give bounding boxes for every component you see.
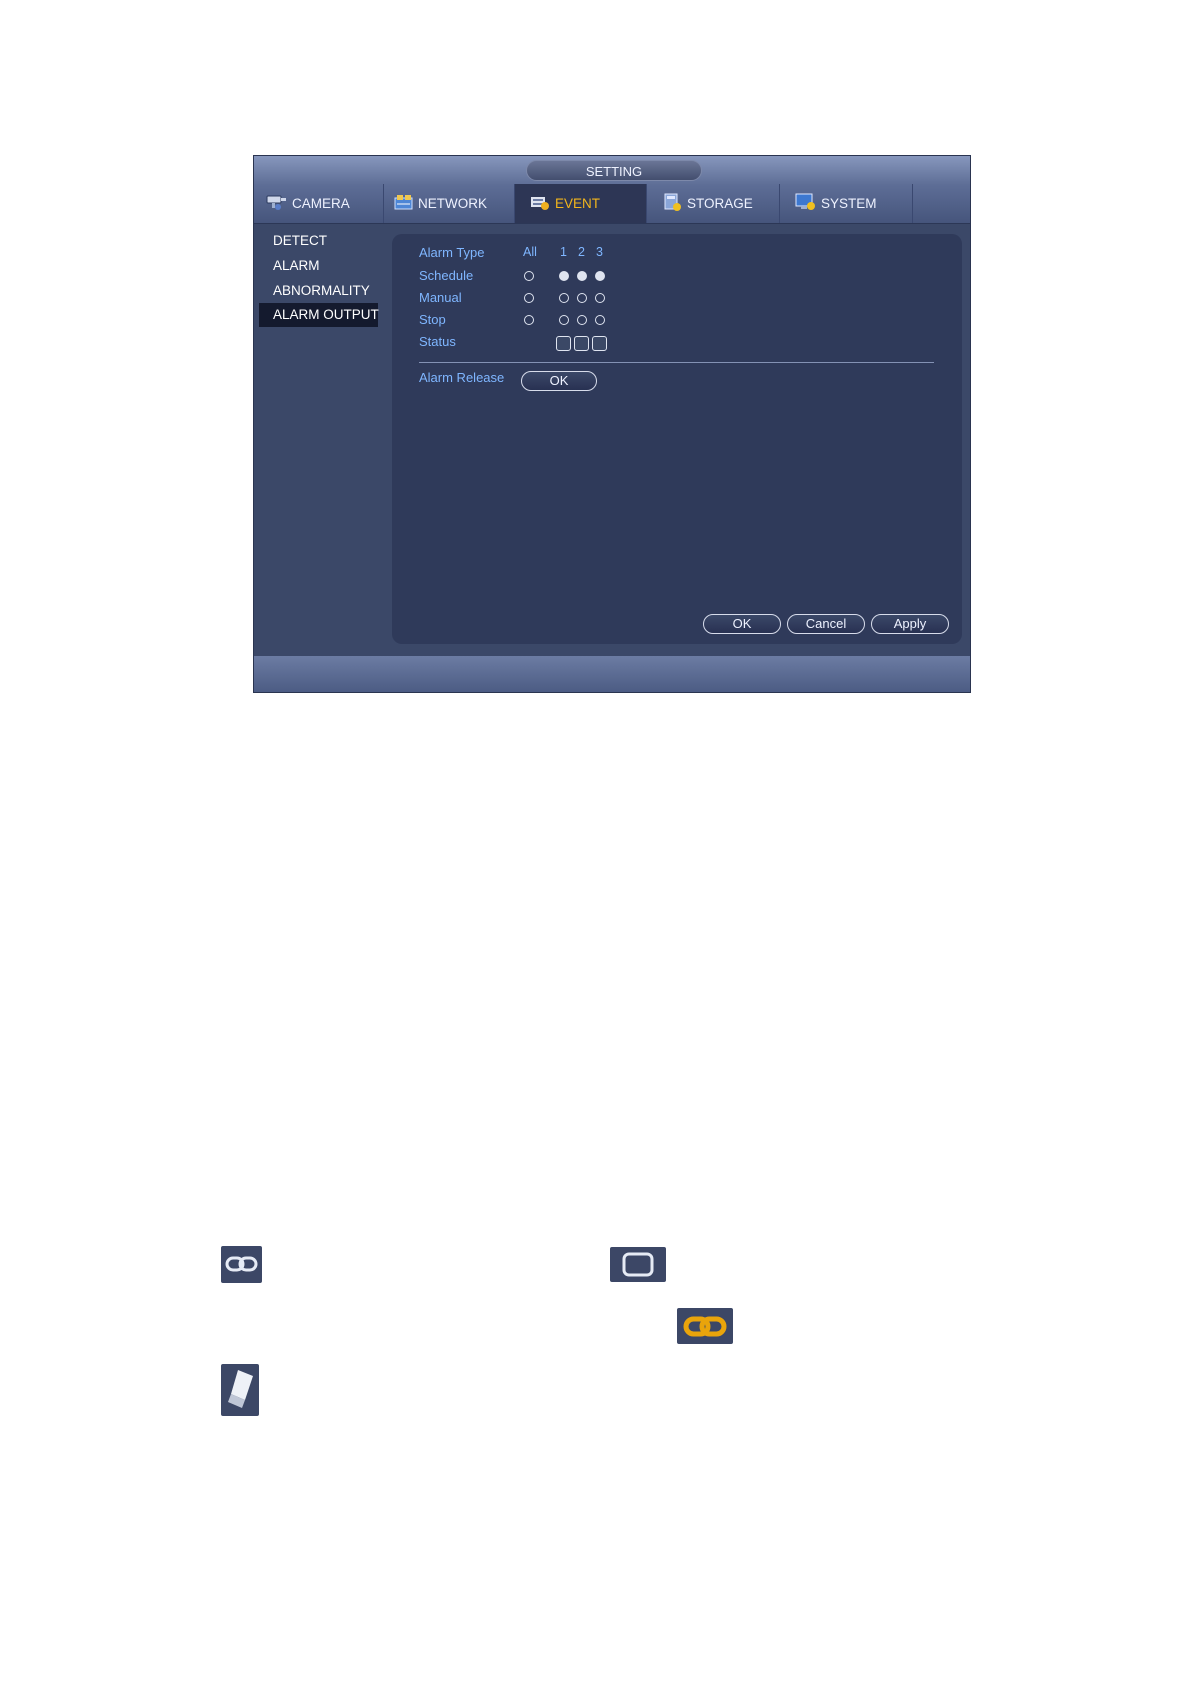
manual-label: Manual — [419, 290, 462, 305]
tab-storage[interactable]: STORAGE — [647, 184, 780, 223]
system-icon — [795, 192, 817, 215]
tab-label: STORAGE — [687, 196, 753, 211]
camera-icon — [266, 193, 288, 214]
stop-ch3-radio[interactable] — [595, 315, 605, 325]
column-1-header: 1 — [560, 245, 567, 259]
main-tab-bar: CAMERA NETWORK EVENT STORAGE SYSTEM — [254, 184, 970, 224]
manual-ch3-radio[interactable] — [595, 293, 605, 303]
manual-ch2-radio[interactable] — [577, 293, 587, 303]
schedule-ch1-radio[interactable] — [559, 271, 569, 281]
status-ch1-box — [556, 336, 571, 351]
schedule-ch2-radio[interactable] — [577, 271, 587, 281]
rounded-square-icon — [610, 1247, 666, 1282]
sidebar-item-detect[interactable]: DETECT — [259, 229, 378, 253]
alarm-release-label: Alarm Release — [419, 370, 505, 385]
cancel-button[interactable]: Cancel — [787, 614, 865, 634]
column-2-header: 2 — [578, 245, 585, 259]
alarm-release-ok-button[interactable]: OK — [521, 371, 597, 391]
alarm-type-label: Alarm Type — [419, 245, 485, 260]
link-icon — [221, 1246, 262, 1283]
schedule-all-radio[interactable] — [524, 271, 534, 281]
schedule-label: Schedule — [419, 268, 474, 283]
manual-ch1-radio[interactable] — [559, 293, 569, 303]
sidebar-item-abnormality[interactable]: ABNORMALITY — [259, 279, 378, 303]
stop-all-radio[interactable] — [524, 315, 534, 325]
storage-icon — [663, 192, 683, 215]
status-ch2-box — [574, 336, 589, 351]
tab-event[interactable]: EVENT — [515, 184, 647, 223]
column-all-header: All — [523, 245, 537, 259]
window-title: SETTING — [526, 160, 702, 181]
tab-label: CAMERA — [292, 196, 350, 211]
manual-all-radio[interactable] — [524, 293, 534, 303]
stop-ch1-radio[interactable] — [559, 315, 569, 325]
alarm-output-panel: Alarm Type All 1 2 3 Schedule Manual Sto… — [392, 234, 962, 644]
footer-bar — [254, 656, 970, 692]
tab-label: SYSTEM — [821, 196, 877, 211]
link-active-icon — [677, 1308, 733, 1344]
tab-label: NETWORK — [418, 196, 487, 211]
apply-button[interactable]: Apply — [871, 614, 949, 634]
tab-label: EVENT — [555, 196, 601, 211]
divider — [419, 362, 934, 363]
stop-label: Stop — [419, 312, 446, 327]
tab-camera[interactable]: CAMERA — [254, 184, 384, 223]
event-icon — [529, 193, 551, 214]
status-label: Status — [419, 334, 456, 349]
sidebar-item-alarm[interactable]: ALARM — [259, 254, 378, 278]
sidebar-menu: DETECT ALARM ABNORMALITY ALARM OUTPUT — [254, 224, 384, 624]
tab-network[interactable]: NETWORK — [384, 184, 515, 223]
stop-ch2-radio[interactable] — [577, 315, 587, 325]
title-bar: SETTING — [254, 156, 970, 184]
column-3-header: 3 — [596, 245, 603, 259]
status-ch3-box — [592, 336, 607, 351]
settings-window: SETTING CAMERA NETWORK EVENT STORAGE SYS… — [253, 155, 971, 693]
schedule-ch3-radio[interactable] — [595, 271, 605, 281]
network-icon — [394, 193, 414, 214]
eraser-icon — [221, 1364, 259, 1416]
ok-button[interactable]: OK — [703, 614, 781, 634]
tab-system[interactable]: SYSTEM — [780, 184, 913, 223]
sidebar-item-alarm-output[interactable]: ALARM OUTPUT — [259, 303, 379, 327]
